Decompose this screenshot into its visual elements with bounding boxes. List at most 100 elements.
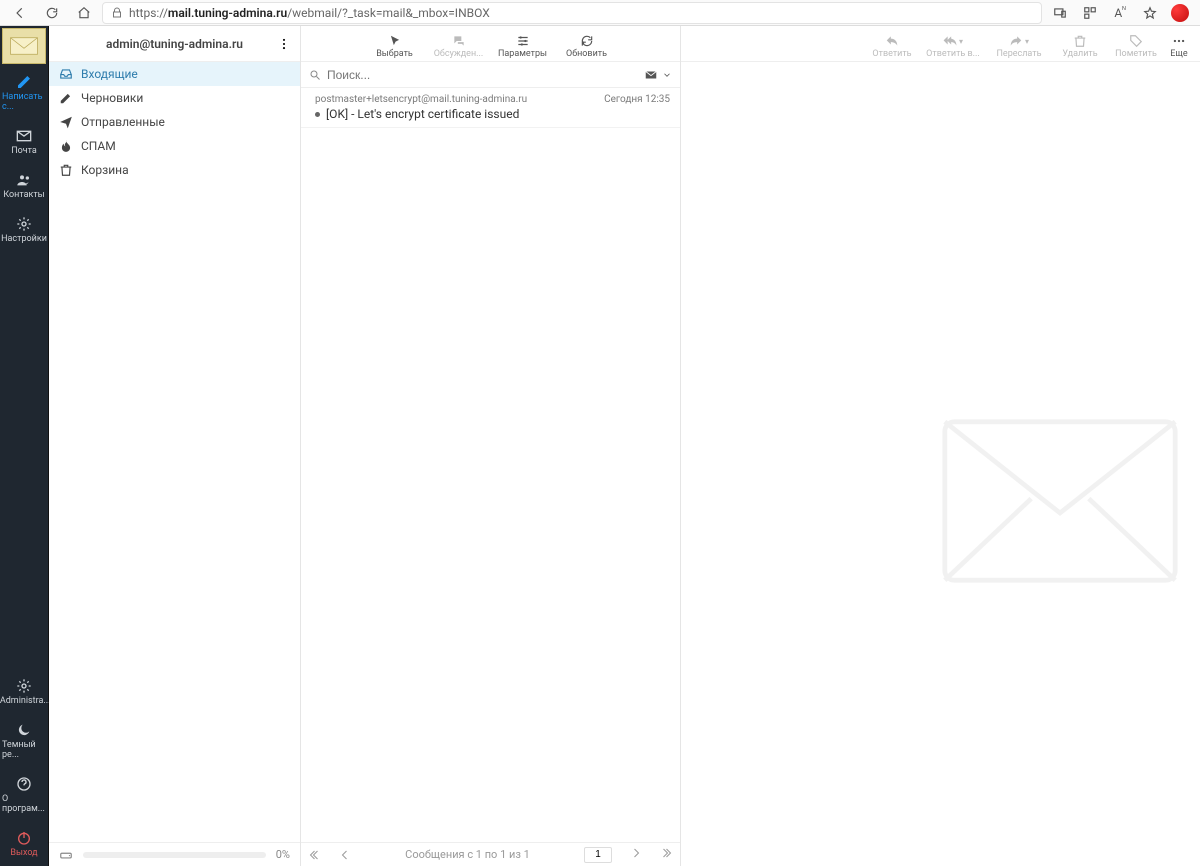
toolbar-label: Ответить xyxy=(872,49,911,59)
toolbar-refresh[interactable]: Обновить xyxy=(555,34,619,61)
text-size-icon[interactable]: Aᴺ xyxy=(1106,2,1134,24)
message-item[interactable]: postmaster+letsencrypt@mail.tuning-admin… xyxy=(301,88,680,128)
left-nav: Написать с... Почта Контакты Настройки [… xyxy=(0,26,49,866)
list-toolbar: Выбрать Обсужден... Параметры Обновить xyxy=(301,26,680,62)
pager-status: Сообщения с 1 по 1 из 1 xyxy=(405,848,530,861)
trash-icon xyxy=(59,163,73,177)
reply-all-icon xyxy=(943,34,957,48)
folder-sent[interactable]: Отправленные xyxy=(49,110,300,134)
qr-icon[interactable] xyxy=(1076,2,1104,24)
first-page-icon[interactable] xyxy=(309,849,321,861)
toolbar-label: Выбрать xyxy=(376,49,413,59)
nav-mail[interactable]: Почта xyxy=(0,120,48,164)
search-row xyxy=(301,62,680,88)
power-icon xyxy=(16,830,32,846)
nav-label: Контакты xyxy=(3,190,44,200)
toolbar-select[interactable]: Выбрать xyxy=(363,34,427,61)
toolbar-options[interactable]: Параметры xyxy=(491,34,555,61)
toolbar-label: Обновить xyxy=(566,49,607,59)
toolbar-label: Еще xyxy=(1170,49,1187,59)
back-button[interactable] xyxy=(6,2,34,24)
mail-icon xyxy=(16,128,32,144)
app-logo[interactable] xyxy=(2,28,46,64)
quota-meter xyxy=(83,852,266,858)
favorite-icon[interactable] xyxy=(1136,2,1164,24)
refresh-icon xyxy=(580,34,594,48)
account-header: admin@tuning-admina.ru xyxy=(49,26,300,62)
folder-label: Корзина xyxy=(81,163,129,177)
nav-label: Выход xyxy=(10,848,37,858)
sliders-icon xyxy=(516,34,530,48)
mark-button: Пометить xyxy=(1108,34,1164,61)
message-subject: [OK] - Let's encrypt certificate issued xyxy=(326,107,519,121)
page-input[interactable] xyxy=(584,847,612,863)
reply-all-button: ▾ Ответить в... xyxy=(920,34,986,61)
folder-list: Входящие Черновики Отправленные СПАМ Кор… xyxy=(49,62,300,842)
message-list: postmaster+letsencrypt@mail.tuning-admin… xyxy=(301,88,680,842)
folder-drafts[interactable]: Черновики xyxy=(49,86,300,110)
folder-column: admin@tuning-admina.ru Входящие Черновик… xyxy=(49,26,301,866)
gear-icon xyxy=(16,216,32,232)
nav-label: Почта xyxy=(11,146,37,156)
envelope-icon[interactable] xyxy=(644,68,658,82)
nav-label: Темный ре... xyxy=(2,740,46,760)
account-email: admin@tuning-admina.ru xyxy=(106,37,243,51)
compose-icon xyxy=(16,74,32,90)
pager: Сообщения с 1 по 1 из 1 xyxy=(301,842,680,866)
reply-button: Ответить xyxy=(864,34,920,61)
toolbar-label: Обсужден... xyxy=(434,49,484,59)
home-button[interactable] xyxy=(70,2,98,24)
prev-page-icon[interactable] xyxy=(339,849,351,861)
toolbar-label: Пометить xyxy=(1115,49,1157,59)
question-icon xyxy=(16,776,32,792)
reload-button[interactable] xyxy=(38,2,66,24)
url-text: https://mail.tuning-admina.ru/webmail/?_… xyxy=(129,6,490,20)
next-page-icon[interactable] xyxy=(630,847,642,859)
account-menu-button[interactable] xyxy=(274,34,294,54)
nav-logout[interactable]: Выход xyxy=(0,822,48,866)
cursor-icon xyxy=(388,34,402,48)
trash-icon xyxy=(1073,34,1087,48)
moon-icon xyxy=(16,722,32,738)
disk-icon xyxy=(59,848,73,862)
chevron-down-icon[interactable] xyxy=(662,70,672,80)
folder-label: СПАМ xyxy=(81,139,116,153)
last-page-icon[interactable] xyxy=(660,847,672,859)
toolbar-threads: Обсужден... xyxy=(427,34,491,61)
folder-inbox[interactable]: Входящие xyxy=(49,62,300,86)
nav-settings[interactable]: Настройки xyxy=(0,208,48,252)
tag-icon xyxy=(1129,34,1143,48)
nav-contacts[interactable]: Контакты xyxy=(0,164,48,208)
nav-label: Написать с... xyxy=(2,92,46,112)
forward-button: ▾ Переслать xyxy=(986,34,1052,61)
search-input[interactable] xyxy=(327,68,638,82)
quota-bar: 0% xyxy=(49,842,300,866)
devices-icon[interactable] xyxy=(1046,2,1074,24)
folder-trash[interactable]: Корзина xyxy=(49,158,300,182)
message-toolbar: Ответить ▾ Ответить в... ▾ Переслать Уда… xyxy=(681,26,1200,62)
nav-label: О програм... xyxy=(2,794,46,814)
quota-percent: 0% xyxy=(276,848,290,861)
toolbar-label: Ответить в... xyxy=(926,49,980,59)
send-icon xyxy=(59,115,73,129)
kebab-icon xyxy=(277,37,291,51)
folder-spam[interactable]: СПАМ xyxy=(49,134,300,158)
reply-icon xyxy=(885,34,899,48)
inbox-icon xyxy=(59,67,73,81)
nav-compose[interactable]: Написать с... xyxy=(0,66,48,120)
more-icon xyxy=(1172,34,1186,48)
toolbar-label: Параметры xyxy=(498,49,547,59)
address-bar[interactable]: https://mail.tuning-admina.ru/webmail/?_… xyxy=(102,2,1042,24)
delete-button: Удалить xyxy=(1052,34,1108,61)
nav-dark-mode[interactable]: Темный ре... xyxy=(0,714,48,768)
opera-menu[interactable] xyxy=(1166,2,1194,24)
more-button[interactable]: Еще xyxy=(1164,34,1194,61)
browser-toolbar: https://mail.tuning-admina.ru/webmail/?_… xyxy=(0,0,1200,26)
nav-admin[interactable]: [Administra... xyxy=(0,670,48,714)
nav-about[interactable]: О програм... xyxy=(0,768,48,822)
lock-icon xyxy=(111,7,123,19)
search-icon xyxy=(309,69,321,81)
preview-column: Ответить ▾ Ответить в... ▾ Переслать Уда… xyxy=(681,26,1200,866)
contacts-icon xyxy=(16,172,32,188)
chat-icon xyxy=(452,34,466,48)
